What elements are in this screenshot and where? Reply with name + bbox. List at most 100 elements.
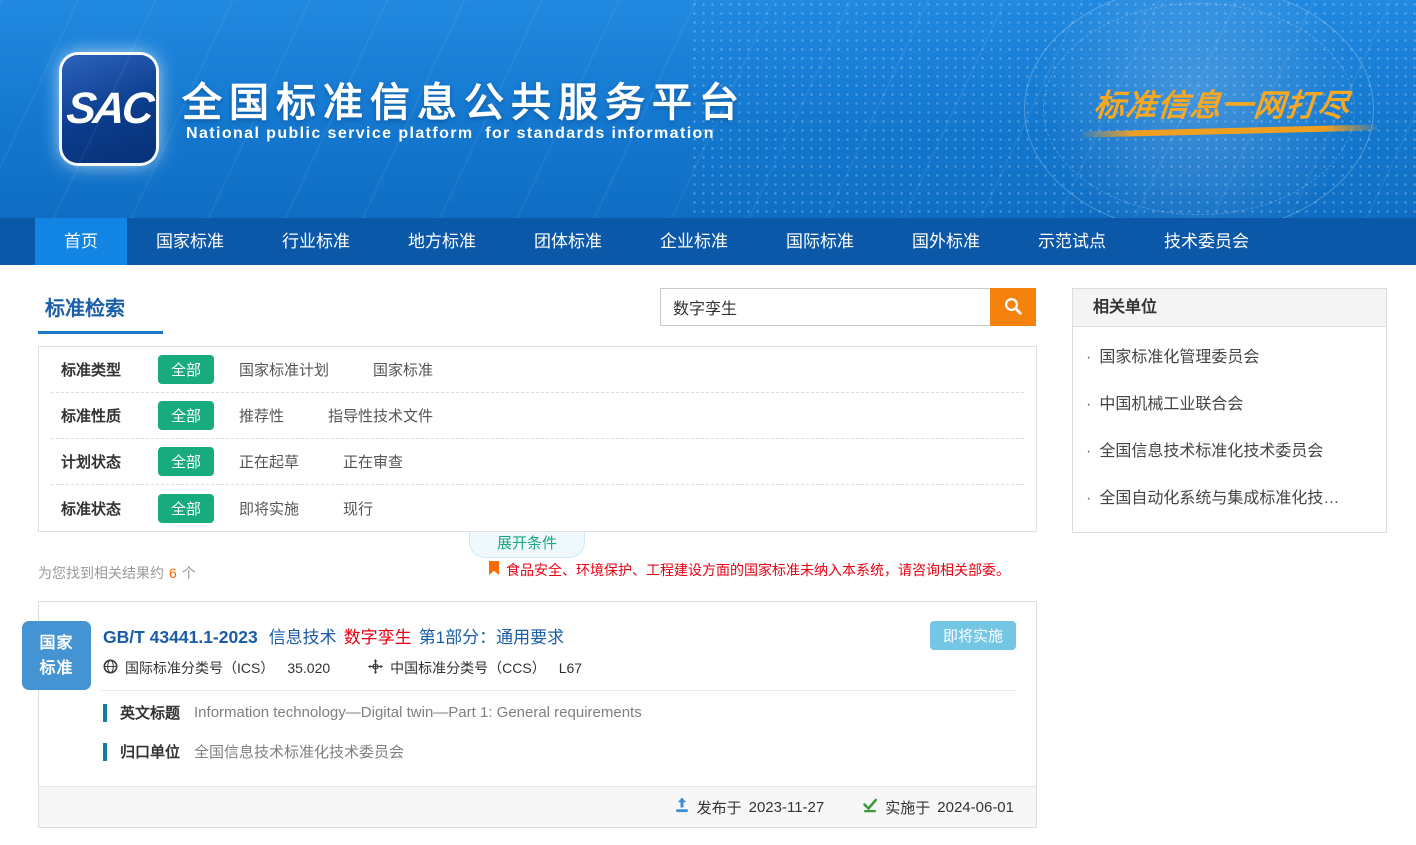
related-units-title: 相关单位 bbox=[1073, 289, 1386, 327]
site-subtitle: National public service platform for sta… bbox=[186, 125, 715, 143]
ccs-meta: 中国标准分类号（CCS） L67 bbox=[368, 658, 582, 678]
results-notice: 食品安全、环境保护、工程建设方面的国家标准未纳入本系统，请咨询相关部委。 bbox=[488, 560, 1010, 580]
badge-line: 标准 bbox=[22, 656, 91, 681]
related-unit-link[interactable]: · 国家标准化管理委员会 bbox=[1073, 334, 1386, 381]
related-units-list: · 国家标准化管理委员会 · 中国机械工业联合会 · 全国信息技术标准化技术委员会 ·… bbox=[1073, 327, 1386, 532]
filter-row-standard-status: 标准状态 全部 即将实施 现行 bbox=[51, 485, 1024, 531]
globe-decoration bbox=[1024, 0, 1374, 218]
standard-title-rest: 第1部分：通用要求 bbox=[419, 628, 564, 647]
page: SAC 全国标准信息公共服务平台 National public service… bbox=[0, 0, 1416, 845]
detail-label: 英文标题 bbox=[120, 702, 180, 723]
search-input[interactable] bbox=[660, 288, 991, 326]
nav-item-international-standards[interactable]: 国际标准 bbox=[757, 218, 883, 265]
detail-label: 归口单位 bbox=[120, 741, 180, 762]
bullet: · bbox=[1086, 443, 1091, 460]
filter-all-button[interactable]: 全部 bbox=[158, 401, 214, 430]
status-badge: 即将实施 bbox=[930, 621, 1016, 650]
expand-conditions-button[interactable]: 展开条件 bbox=[469, 532, 585, 558]
bullet: · bbox=[1086, 490, 1091, 507]
badge-line: 国家 bbox=[22, 631, 91, 656]
related-unit-label: 全国信息技术标准化技术委员会 bbox=[1099, 443, 1323, 460]
ccs-label: 中国标准分类号（CCS） bbox=[390, 658, 546, 678]
filter-option[interactable]: 正在审查 bbox=[343, 451, 403, 472]
related-unit-link[interactable]: · 全国信息技术标准化技术委员会 bbox=[1073, 428, 1386, 475]
nav-item-local-standards[interactable]: 地方标准 bbox=[379, 218, 505, 265]
ics-value: 35.020 bbox=[287, 660, 330, 676]
result-card: 国家 标准 GB/T 43441.1-2023信息技术数字孪生第1部分：通用要求… bbox=[38, 601, 1037, 828]
ccs-value: L67 bbox=[559, 660, 582, 676]
nav-item-foreign-standards[interactable]: 国外标准 bbox=[883, 218, 1009, 265]
results-summary-prefix: 为您找到相关结果约 bbox=[38, 565, 164, 581]
filter-option[interactable]: 推荐性 bbox=[239, 405, 284, 426]
search-icon bbox=[1003, 296, 1023, 319]
related-unit-label: 中国机械工业联合会 bbox=[1099, 396, 1243, 413]
related-unit-link[interactable]: ·全国自动化系统与集成标准化技… bbox=[1073, 475, 1386, 522]
header-slogan: 标准信息一网打尽 bbox=[1092, 80, 1396, 125]
search-button[interactable] bbox=[990, 288, 1036, 326]
related-unit-label: 国家标准化管理委员会 bbox=[1099, 349, 1259, 366]
implement-label: 实施于 bbox=[885, 797, 930, 818]
globe-icon bbox=[103, 659, 118, 677]
filter-row-standard-type: 标准类型 全部 国家标准计划 国家标准 bbox=[51, 347, 1024, 393]
filter-option[interactable]: 现行 bbox=[343, 498, 373, 519]
filter-label: 标准状态 bbox=[61, 498, 158, 519]
results-count: 6 bbox=[169, 565, 177, 581]
filter-all-button[interactable]: 全部 bbox=[158, 447, 214, 476]
related-unit-link[interactable]: · 中国机械工业联合会 bbox=[1073, 381, 1386, 428]
nav-item-technical-committee[interactable]: 技术委员会 bbox=[1135, 218, 1278, 265]
standard-title-text: 信息技术 bbox=[269, 628, 337, 647]
ics-meta: 国际标准分类号（ICS） 35.020 bbox=[103, 658, 330, 678]
detail-value: 全国信息技术标准化技术委员会 bbox=[194, 741, 404, 762]
world-map-decoration bbox=[690, 0, 1416, 218]
nav-item-home[interactable]: 首页 bbox=[35, 218, 127, 265]
detail-row-committee: 归口单位 全国信息技术标准化技术委员会 bbox=[103, 741, 404, 762]
implement-date-item: 实施于 2024-06-01 bbox=[862, 797, 1014, 818]
filter-all-button[interactable]: 全部 bbox=[158, 355, 214, 384]
nav-item-enterprise-standards[interactable]: 企业标准 bbox=[631, 218, 757, 265]
filter-option[interactable]: 国家标准计划 bbox=[239, 359, 329, 380]
filter-option[interactable]: 正在起草 bbox=[239, 451, 299, 472]
related-units-panel: 相关单位 · 国家标准化管理委员会 · 中国机械工业联合会 · 全国信息技术标准化技术… bbox=[1072, 288, 1387, 533]
nav-item-group-standards[interactable]: 团体标准 bbox=[505, 218, 631, 265]
filter-row-plan-status: 计划状态 全部 正在起草 正在审查 bbox=[51, 439, 1024, 485]
standard-number: GB/T 43441.1-2023 bbox=[103, 627, 258, 647]
detail-bar-decoration bbox=[103, 704, 107, 722]
main-nav: 首页 国家标准 行业标准 地方标准 团体标准 企业标准 国际标准 国外标准 示范… bbox=[0, 218, 1416, 265]
standard-type-badge: 国家 标准 bbox=[22, 621, 91, 690]
detail-value: Information technology—Digital twin—Part… bbox=[194, 704, 642, 721]
bookmark-icon bbox=[488, 561, 500, 579]
nav-item-industry-standards[interactable]: 行业标准 bbox=[253, 218, 379, 265]
card-meta-row: 国际标准分类号（ICS） 35.020 中国标准分类号（CCS） bbox=[103, 658, 582, 678]
ics-label: 国际标准分类号（ICS） bbox=[125, 658, 274, 678]
filter-panel: 标准类型 全部 国家标准计划 国家标准 标准性质 全部 推荐性 指导性技术文件 … bbox=[38, 346, 1037, 532]
upload-icon bbox=[674, 797, 690, 817]
filter-label: 标准类型 bbox=[61, 359, 158, 380]
card-divider bbox=[101, 690, 1016, 691]
results-summary-suffix: 个 bbox=[182, 565, 196, 581]
check-icon bbox=[862, 798, 878, 817]
filter-option[interactable]: 即将实施 bbox=[239, 498, 299, 519]
standard-title-link[interactable]: GB/T 43441.1-2023信息技术数字孪生第1部分：通用要求 bbox=[103, 623, 564, 648]
sac-logo-text: SAC bbox=[64, 84, 153, 134]
detail-bar-decoration bbox=[103, 743, 107, 761]
sac-logo[interactable]: SAC bbox=[62, 55, 156, 163]
site-title: 全国标准信息公共服务平台 bbox=[182, 70, 746, 128]
results-summary: 为您找到相关结果约 6个 bbox=[38, 563, 196, 583]
publish-date: 2023-11-27 bbox=[749, 799, 825, 816]
filter-all-button[interactable]: 全部 bbox=[158, 494, 214, 523]
detail-row-english-title: 英文标题 Information technology—Digital twin… bbox=[103, 702, 642, 723]
nav-item-pilot[interactable]: 示范试点 bbox=[1009, 218, 1135, 265]
filter-row-standard-nature: 标准性质 全部 推荐性 指导性技术文件 bbox=[51, 393, 1024, 439]
nav-item-national-standards[interactable]: 国家标准 bbox=[127, 218, 253, 265]
notice-text: 食品安全、环境保护、工程建设方面的国家标准未纳入本系统，请咨询相关部委。 bbox=[506, 560, 1010, 580]
bullet: · bbox=[1086, 396, 1091, 413]
page-title: 标准检索 bbox=[45, 292, 125, 321]
filter-option[interactable]: 国家标准 bbox=[373, 359, 433, 380]
filter-option[interactable]: 指导性技术文件 bbox=[328, 405, 433, 426]
filter-label: 计划状态 bbox=[61, 451, 158, 472]
implement-date: 2024-06-01 bbox=[937, 799, 1014, 816]
site-header: SAC 全国标准信息公共服务平台 National public service… bbox=[0, 0, 1416, 218]
bullet: · bbox=[1086, 349, 1091, 366]
slogan-underline-decoration bbox=[1082, 124, 1378, 137]
title-underline-decoration bbox=[38, 331, 163, 334]
